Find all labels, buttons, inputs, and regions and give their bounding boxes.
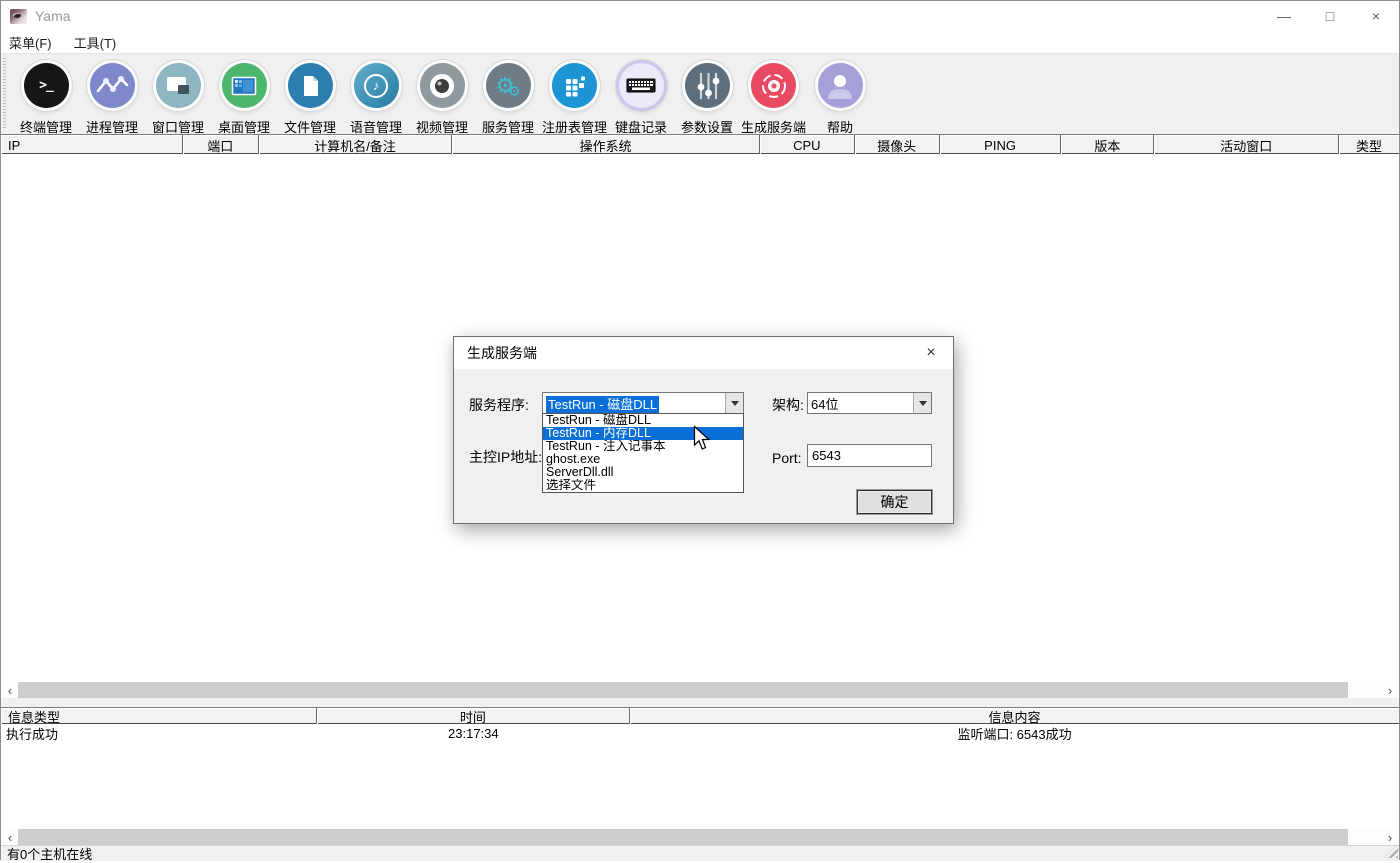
combo-dropdown-button[interactable]	[913, 393, 931, 413]
status-bar: 有0个主机在线	[1, 845, 1399, 861]
toolbar-button-desktop[interactable]: 桌面管理	[211, 60, 277, 136]
toolbar-button-video[interactable]: 视频管理	[409, 60, 475, 136]
scroll-right-icon[interactable]: ›	[1382, 682, 1398, 698]
dropdown-option[interactable]: ServerDll.dll	[543, 466, 743, 479]
toolbar-button-file[interactable]: 文件管理	[277, 60, 343, 136]
column-header-type[interactable]: 类型	[1339, 135, 1399, 155]
message-table-header: 信息类型 时间 信息内容	[1, 707, 1399, 724]
service-program-value: TestRun - 磁盘DLL	[543, 394, 725, 413]
window-title: Yama	[35, 8, 71, 24]
dropdown-option-highlighted[interactable]: TestRun - 内存DLL	[543, 427, 743, 440]
music-note-icon: ♪	[354, 63, 399, 108]
menu-item-tools[interactable]: 工具(T)	[74, 33, 117, 52]
toolbar-button-window[interactable]: 窗口管理	[145, 60, 211, 136]
mouse-cursor-icon	[693, 425, 712, 456]
chevron-down-icon	[731, 401, 739, 406]
column-header-active-window[interactable]: 活动窗口	[1154, 135, 1339, 155]
process-graph-icon	[90, 63, 135, 108]
column-header-ip[interactable]: IP	[1, 135, 183, 155]
scrollbar-track[interactable]	[18, 682, 1382, 698]
dialog-title: 生成服务端	[467, 343, 537, 363]
splitter	[1, 698, 1399, 707]
master-ip-label: 主控IP地址:	[469, 447, 542, 467]
column-header-msg-type[interactable]: 信息类型	[1, 708, 317, 725]
dropdown-option[interactable]: TestRun - 注入记事本	[543, 440, 743, 453]
scroll-right-icon[interactable]: ›	[1382, 829, 1398, 845]
arch-combobox[interactable]: 64位	[807, 392, 932, 414]
scroll-left-icon[interactable]: ‹	[2, 829, 18, 845]
port-label: Port:	[772, 450, 802, 466]
terminal-icon: >_	[24, 63, 69, 108]
app-icon	[10, 9, 27, 24]
scrollbar-thumb[interactable]	[18, 682, 1348, 698]
toolbar: >_ 终端管理 进程管理 窗口管理 桌面管理 文件管理	[1, 53, 1399, 134]
camera-lens-icon	[420, 63, 465, 108]
message-content-cell: 监听端口: 6543成功	[630, 725, 1399, 741]
service-program-combobox[interactable]: TestRun - 磁盘DLL	[542, 392, 744, 414]
toolbar-button-settings[interactable]: 参数设置	[674, 60, 740, 136]
service-program-dropdown-list: TestRun - 磁盘DLL TestRun - 内存DLL TestRun …	[542, 413, 744, 493]
close-button[interactable]: ×	[1353, 1, 1399, 31]
gears-icon: ⚙⚙	[486, 63, 531, 108]
person-icon	[818, 63, 863, 108]
toolbar-button-voice[interactable]: ♪ 语音管理	[343, 60, 409, 136]
column-header-cpu[interactable]: CPU	[760, 135, 855, 155]
minimize-button[interactable]: —	[1261, 1, 1307, 31]
message-row[interactable]: 执行成功 23:17:34 监听端口: 6543成功	[1, 725, 1399, 741]
toolbar-button-terminal[interactable]: >_ 终端管理	[13, 60, 79, 136]
scrollbar-thumb[interactable]	[18, 829, 1348, 845]
registry-grid-icon	[552, 63, 597, 108]
toolbar-button-keylogger[interactable]: 键盘记录	[608, 60, 674, 136]
toolbar-button-service[interactable]: ⚙⚙ 服务管理	[475, 60, 541, 136]
menu-item-menu[interactable]: 菜单(F)	[9, 33, 52, 52]
ok-button[interactable]: 确定	[857, 490, 932, 514]
menu-bar: 菜单(F) 工具(T)	[1, 31, 1399, 53]
target-icon	[751, 63, 796, 108]
column-header-computer[interactable]: 计算机名/备注	[259, 135, 453, 155]
toolbar-button-help[interactable]: 帮助	[807, 60, 873, 136]
window-controls: — □ ×	[1261, 1, 1399, 31]
message-time-cell: 23:17:34	[317, 725, 631, 741]
port-input[interactable]	[807, 444, 932, 467]
sliders-icon	[685, 63, 730, 108]
column-header-port[interactable]: 端口	[183, 135, 259, 155]
column-header-camera[interactable]: 摄像头	[855, 135, 940, 155]
column-header-msg-time[interactable]: 时间	[317, 708, 631, 725]
keyboard-icon	[619, 63, 664, 108]
toolbar-button-registry[interactable]: 注册表管理	[541, 60, 608, 136]
combo-dropdown-button[interactable]	[725, 393, 743, 413]
scrollbar-track[interactable]	[18, 829, 1382, 845]
host-list-scrollbar[interactable]: ‹ ›	[2, 682, 1398, 698]
title-bar: Yama — □ ×	[1, 1, 1399, 31]
dialog-close-button[interactable]: ×	[909, 337, 953, 369]
dialog-title-bar: 生成服务端 ×	[454, 337, 953, 369]
toolbar-button-process[interactable]: 进程管理	[79, 60, 145, 136]
dropdown-option[interactable]: TestRun - 磁盘DLL	[543, 414, 743, 427]
maximize-button[interactable]: □	[1307, 1, 1353, 31]
status-text: 有0个主机在线	[7, 844, 92, 863]
toolbar-button-generate-server[interactable]: 生成服务端	[740, 60, 807, 136]
message-list-scrollbar[interactable]: ‹ ›	[2, 829, 1398, 845]
host-table-header: IP 端口 计算机名/备注 操作系统 CPU 摄像头 PING 版本 活动窗口 …	[1, 134, 1399, 154]
column-header-msg-content[interactable]: 信息内容	[630, 708, 1399, 725]
arch-label: 架构:	[772, 395, 804, 415]
app-window: Yama — □ × 菜单(F) 工具(T) >_ 终端管理 进程管理 窗口管理	[0, 0, 1400, 860]
chevron-down-icon	[919, 401, 927, 406]
scroll-left-icon[interactable]: ‹	[2, 682, 18, 698]
dropdown-option[interactable]: ghost.exe	[543, 453, 743, 466]
column-header-version[interactable]: 版本	[1061, 135, 1154, 155]
desktop-icon	[222, 63, 267, 108]
file-icon	[288, 63, 333, 108]
column-header-ping[interactable]: PING	[940, 135, 1062, 155]
column-header-os[interactable]: 操作系统	[452, 135, 760, 155]
dropdown-option[interactable]: 选择文件	[543, 479, 743, 492]
message-type-cell: 执行成功	[1, 725, 317, 741]
window-icon	[156, 63, 201, 108]
service-program-label: 服务程序:	[469, 395, 529, 415]
arch-value: 64位	[808, 394, 913, 413]
